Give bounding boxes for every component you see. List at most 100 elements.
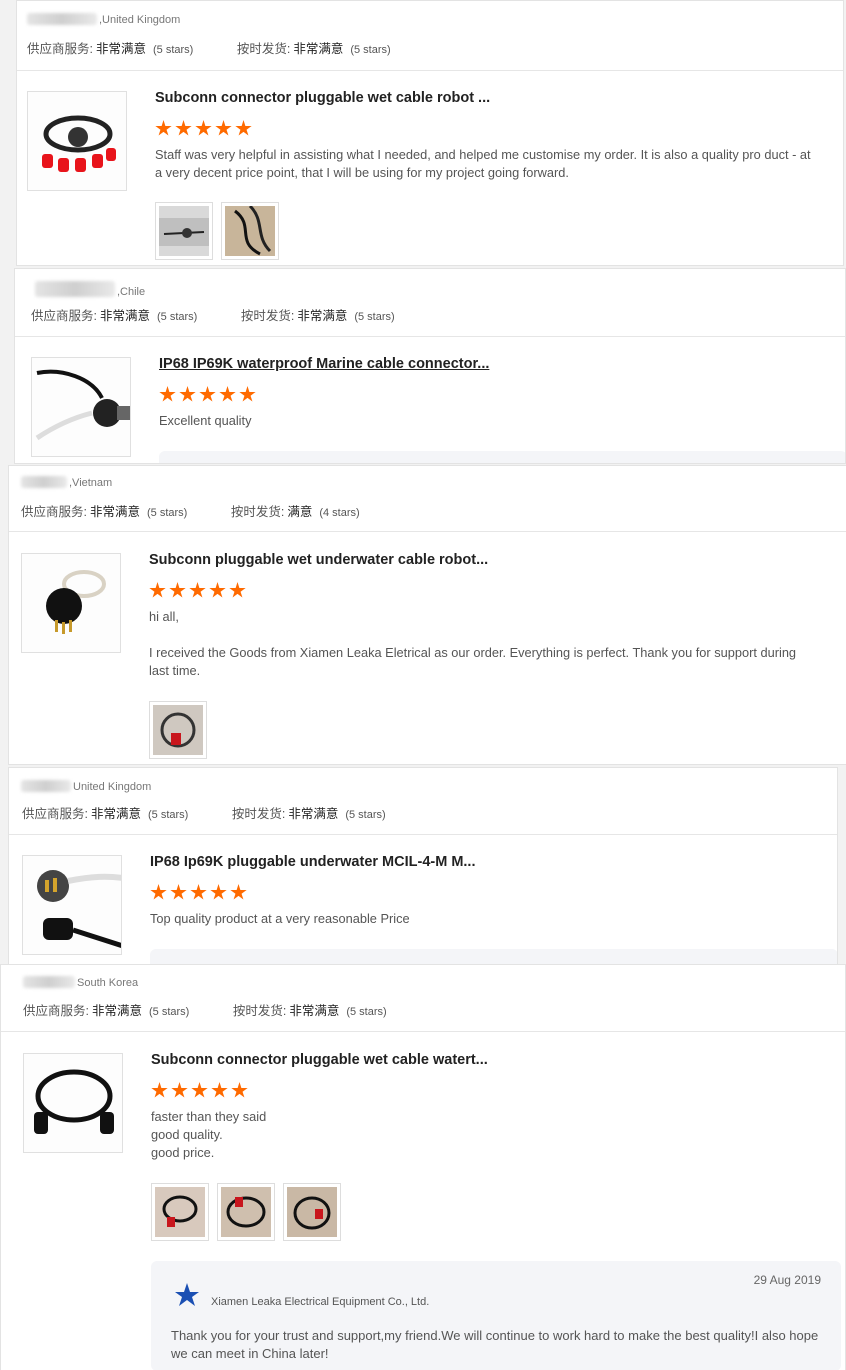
review-card: South Korea 供应商服务: 非常满意 (5 stars) 按时发货: 非常满… bbox=[0, 964, 846, 1370]
supplier-service-value: 非常满意 bbox=[89, 505, 140, 519]
review-photo[interactable] bbox=[217, 1183, 275, 1241]
review-card: ,Vietnam 供应商服务: 非常满意 (5 stars) 按时发货: 满意 (4 s… bbox=[8, 465, 846, 765]
supplier-reply: Xiamen Leaka Electrical Equipment Co., L… bbox=[151, 1261, 841, 1370]
star-icon bbox=[169, 582, 186, 598]
star-icon bbox=[230, 884, 247, 900]
star-icon bbox=[210, 884, 227, 900]
star-icon bbox=[239, 386, 256, 402]
on-time-delivery-label: 按时发货: bbox=[231, 807, 286, 821]
star-icon bbox=[159, 386, 176, 402]
supplier-logo bbox=[171, 1281, 203, 1313]
review-greeting: hi all, bbox=[149, 609, 179, 624]
on-time-delivery-label: 按时发货: bbox=[236, 42, 291, 56]
buyer-location: United Kingdom bbox=[21, 780, 151, 793]
product-title-link[interactable]: Subconn pluggable wet underwater cable r… bbox=[149, 552, 488, 568]
star-icon bbox=[229, 582, 246, 598]
buyer-location: South Korea bbox=[23, 976, 138, 989]
review-photo[interactable] bbox=[221, 202, 279, 260]
product-title-link[interactable]: IP68 Ip69K pluggable underwater MCIL-4-M… bbox=[150, 854, 476, 870]
product-thumbnail[interactable] bbox=[31, 357, 131, 457]
photo-image bbox=[221, 1187, 271, 1237]
ratings-summary: 供应商服务: 非常满意 (5 stars) 按时发货: 非常满意 (5 stars) bbox=[27, 38, 391, 57]
product-thumbnail[interactable] bbox=[23, 1053, 123, 1153]
product-title-link[interactable]: Subconn connector pluggable wet cable wa… bbox=[151, 1052, 488, 1068]
star-icon bbox=[231, 1082, 248, 1098]
star-rating bbox=[159, 386, 256, 403]
on-time-delivery-value: 非常满意 bbox=[289, 1004, 340, 1018]
review-photo[interactable] bbox=[151, 1183, 209, 1241]
ratings-summary: 供应商服务: 非常满意 (5 stars) 按时发货: 非常满意 (5 stars) bbox=[31, 305, 395, 324]
leaka-logo-icon bbox=[175, 1283, 199, 1306]
review-photo[interactable] bbox=[149, 701, 207, 759]
on-time-delivery-value: 满意 bbox=[287, 505, 313, 519]
buyer-info-row: ,United Kingdom 供应商服务: 非常满意 (5 stars) 按时发货… bbox=[17, 1, 843, 71]
supplier-service-value: 非常满意 bbox=[99, 309, 150, 323]
photo-image bbox=[159, 206, 209, 256]
photo-image bbox=[155, 1187, 205, 1237]
star-icon bbox=[211, 1082, 228, 1098]
star-icon bbox=[191, 1082, 208, 1098]
supplier-service-value: 非常满意 bbox=[95, 42, 146, 56]
product-thumbnail[interactable] bbox=[27, 91, 127, 191]
supplier-service-stars: (5 stars) bbox=[148, 809, 189, 821]
product-title-link[interactable]: Subconn connector pluggable wet cable ro… bbox=[155, 90, 490, 106]
masked-buyer-name bbox=[27, 13, 97, 25]
on-time-delivery-value: 非常满意 bbox=[288, 807, 339, 821]
supplier-service-label: 供应商服务: bbox=[22, 807, 88, 821]
buyer-info-row: ,Vietnam 供应商服务: 非常满意 (5 stars) 按时发货: 满意 (4 s… bbox=[9, 466, 846, 532]
star-icon bbox=[155, 120, 172, 136]
supplier-service-label: 供应商服务: bbox=[23, 1004, 89, 1018]
star-icon bbox=[190, 884, 207, 900]
buyer-location: ,United Kingdom bbox=[27, 13, 180, 26]
supplier-service-stars: (5 stars) bbox=[157, 311, 198, 323]
photo-image bbox=[225, 204, 275, 256]
supplier-name: Xiamen Leaka Electrical Equipment Co., L… bbox=[211, 1296, 430, 1308]
review-text-line: good quality. bbox=[151, 1127, 223, 1142]
buyer-info-row: South Korea 供应商服务: 非常满意 (5 stars) 按时发货: 非常满… bbox=[1, 965, 845, 1032]
star-icon bbox=[189, 582, 206, 598]
buyer-country: South Korea bbox=[77, 977, 139, 989]
star-icon bbox=[179, 386, 196, 402]
review-text-line: faster than they said bbox=[151, 1109, 267, 1124]
product-thumbnail[interactable] bbox=[21, 553, 121, 653]
on-time-delivery-label: 按时发货: bbox=[240, 309, 295, 323]
review-photo[interactable] bbox=[283, 1183, 341, 1241]
cable-image bbox=[24, 1054, 122, 1152]
supplier-service-stars: (5 stars) bbox=[153, 44, 194, 56]
review-card: United Kingdom 供应商服务: 非常满意 (5 stars) 按时发货:… bbox=[8, 767, 838, 967]
review-text: Top quality product at a very reasonable… bbox=[150, 911, 410, 926]
reply-date: 29 Aug 2019 bbox=[753, 1273, 821, 1287]
ratings-summary: 供应商服务: 非常满意 (5 stars) 按时发货: 满意 (4 stars) bbox=[21, 501, 360, 520]
review-photo[interactable] bbox=[155, 202, 213, 260]
on-time-delivery-stars: (5 stars) bbox=[345, 809, 386, 821]
supplier-service-stars: (5 stars) bbox=[147, 507, 188, 519]
buyer-location: ,Chile bbox=[35, 281, 145, 298]
star-icon bbox=[215, 120, 232, 136]
supplier-service-value: 非常满意 bbox=[90, 807, 141, 821]
masked-buyer-name bbox=[21, 476, 67, 488]
product-title-link[interactable]: IP68 IP69K waterproof Marine cable conne… bbox=[159, 356, 489, 372]
star-rating bbox=[150, 884, 247, 901]
review-text: Staff was very helpful in assisting what… bbox=[155, 147, 811, 180]
star-rating bbox=[151, 1082, 248, 1099]
star-icon bbox=[170, 884, 187, 900]
review-card: ,Chile 供应商服务: 非常满意 (5 stars) 按时发货: 非常满意 (5 s… bbox=[14, 268, 846, 464]
masked-buyer-name bbox=[23, 976, 75, 988]
buyer-info-row: ,Chile 供应商服务: 非常满意 (5 stars) 按时发货: 非常满意 (5 s… bbox=[15, 269, 845, 337]
buyer-country: ,Chile bbox=[117, 286, 146, 298]
on-time-delivery-label: 按时发货: bbox=[230, 505, 285, 519]
review-text: I received the Goods from Xiamen Leaka E… bbox=[149, 645, 797, 678]
star-icon bbox=[149, 582, 166, 598]
supplier-service-stars: (5 stars) bbox=[149, 1006, 190, 1018]
buyer-country: ,Vietnam bbox=[69, 477, 113, 489]
star-icon bbox=[199, 386, 216, 402]
connector-image bbox=[28, 92, 126, 190]
masked-buyer-name bbox=[21, 780, 71, 792]
ratings-summary: 供应商服务: 非常满意 (5 stars) 按时发货: 非常满意 (5 stars) bbox=[23, 1000, 387, 1019]
ratings-summary: 供应商服务: 非常满意 (5 stars) 按时发货: 非常满意 (5 stars) bbox=[22, 803, 386, 822]
on-time-delivery-value: 非常满意 bbox=[293, 42, 344, 56]
photo-image bbox=[153, 705, 203, 755]
star-icon bbox=[151, 1082, 168, 1098]
star-icon bbox=[219, 386, 236, 402]
product-thumbnail[interactable] bbox=[22, 855, 122, 955]
